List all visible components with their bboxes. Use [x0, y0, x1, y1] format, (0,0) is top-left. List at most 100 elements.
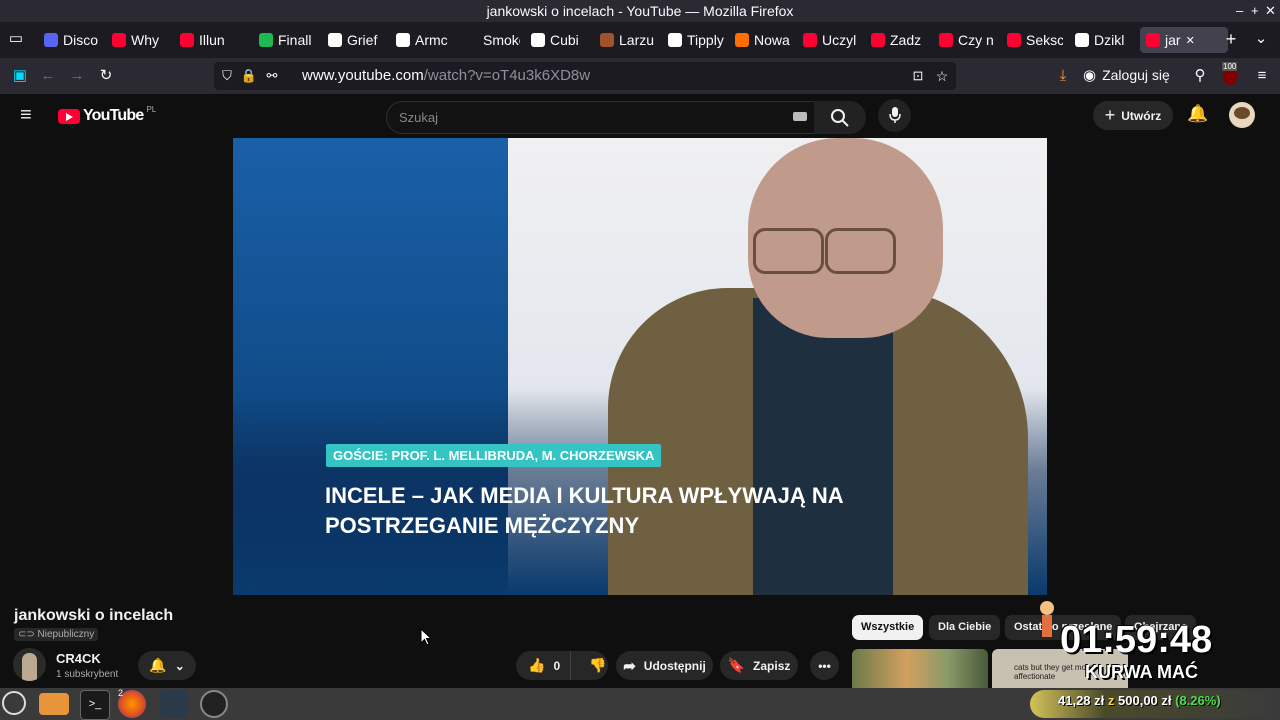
- avatar-face-icon: [1234, 107, 1250, 119]
- tab-favicon-icon: [871, 33, 885, 47]
- tab-16[interactable]: Dzikl: [1075, 27, 1131, 53]
- bookmark-star-icon[interactable]: ☆: [932, 66, 952, 86]
- taskbar: >_ 2 41,28 zł z 500,00 zł (8.26%): [0, 688, 1280, 720]
- close-tab-icon[interactable]: ✕: [1186, 34, 1195, 47]
- tab-4[interactable]: Finall: [259, 27, 315, 53]
- tab-14[interactable]: Czy n: [939, 27, 995, 53]
- tab-6[interactable]: Armc: [396, 27, 452, 53]
- chip-for-you[interactable]: Dla Ciebie: [929, 615, 1001, 640]
- shield-icon[interactable]: ⛉: [217, 66, 237, 86]
- avatar[interactable]: [1229, 102, 1255, 128]
- tab-favicon-icon: [1075, 33, 1089, 47]
- forward-icon[interactable]: →: [67, 66, 87, 86]
- tab-label: Uczyl: [822, 32, 857, 48]
- new-tab-icon[interactable]: +: [1221, 29, 1241, 49]
- tab-9[interactable]: Larzu: [600, 27, 656, 53]
- permissions-icon[interactable]: ⚯: [262, 66, 282, 86]
- tab-label: Tipply: [687, 32, 724, 48]
- tab-7[interactable]: Smoke I: [464, 27, 520, 53]
- channel-avatar-figure-icon: [22, 653, 37, 681]
- channel-name[interactable]: CR4CK: [56, 651, 101, 666]
- create-button[interactable]: + Utwórz: [1093, 101, 1173, 130]
- lock-icon[interactable]: 🔒: [239, 66, 259, 86]
- tab-favicon-icon: [735, 33, 749, 47]
- video-title: jankowski o incelach: [14, 607, 174, 624]
- url-text[interactable]: www.youtube.com/watch?v=oT4u3k6XD8w: [302, 62, 590, 90]
- reader-view-icon[interactable]: ⊡: [908, 66, 928, 86]
- more-actions-button[interactable]: •••: [810, 651, 839, 680]
- donation-percent: (8.26%): [1175, 693, 1221, 708]
- start-menu-icon[interactable]: [2, 691, 26, 715]
- reload-icon[interactable]: ↻: [96, 66, 116, 86]
- tab-label: Armc: [415, 32, 448, 48]
- tab-12[interactable]: Uczyl: [803, 27, 859, 53]
- guide-menu-icon[interactable]: ≡: [20, 105, 32, 125]
- tab-11[interactable]: Nowa: [735, 27, 791, 53]
- tab-label: Why: [131, 32, 159, 48]
- steam-icon[interactable]: [160, 690, 188, 718]
- ublock-badge: 100: [1222, 62, 1238, 71]
- share-button[interactable]: ➦ Udostępnij: [616, 651, 713, 680]
- tab-1[interactable]: Disco: [44, 27, 100, 53]
- tab-favicon-icon: [180, 33, 194, 47]
- like-button[interactable]: 👍 0: [516, 651, 572, 680]
- subscription-bell-button[interactable]: 🔔 ⌄: [138, 651, 196, 680]
- donation-goal: 500,00 zł: [1118, 693, 1172, 708]
- stream-timer: 01:59:48: [1060, 619, 1213, 661]
- account-button[interactable]: ◉ Zaloguj się: [1083, 66, 1170, 84]
- tab-label: Disco: [63, 32, 99, 48]
- maximize-icon[interactable]: +: [1251, 0, 1259, 22]
- channel-avatar[interactable]: [13, 648, 46, 681]
- sidebar-icon[interactable]: ▣: [10, 66, 30, 86]
- back-icon[interactable]: ←: [38, 66, 58, 86]
- video-headline: INCELE – JAK MEDIA I KULTURA WPŁYWAJĄ NA…: [325, 481, 844, 541]
- visibility-label: Niepubliczny: [37, 629, 95, 640]
- search-button[interactable]: [814, 101, 866, 134]
- dislike-button[interactable]: 👎: [579, 657, 608, 674]
- voice-search-button[interactable]: [878, 99, 911, 132]
- like-count: 0: [553, 658, 561, 673]
- search-input[interactable]: Szukaj: [386, 101, 816, 134]
- presenter-glasses-right: [825, 228, 896, 274]
- minimize-icon[interactable]: –: [1236, 0, 1243, 22]
- donation-current: 41,28 zł: [1058, 693, 1105, 708]
- notifications-bell-icon[interactable]: 🔔: [1187, 104, 1208, 124]
- tab-favicon-icon: [668, 33, 682, 47]
- tab-5[interactable]: Grief: [328, 27, 384, 53]
- tab-13[interactable]: Zadz: [871, 27, 927, 53]
- url-bar[interactable]: ⛉ 🔒 ⚯ www.youtube.com/watch?v=oT4u3k6XD8…: [214, 62, 956, 90]
- tab-label: Smoke I: [483, 32, 520, 48]
- chip-all[interactable]: Wszystkie: [852, 615, 924, 640]
- recommendation-thumbnail-1[interactable]: [852, 649, 988, 688]
- tab-2[interactable]: Why: [112, 27, 168, 53]
- tab-label: Dzikl: [1094, 32, 1125, 48]
- ublock-extension[interactable]: 100: [1220, 62, 1240, 86]
- tab-overview-icon[interactable]: ▭: [6, 29, 26, 49]
- tab-17[interactable]: jar ✕: [1140, 27, 1228, 53]
- obs-icon[interactable]: [200, 690, 228, 718]
- tab-8[interactable]: Cubi: [531, 27, 587, 53]
- tab-list-icon[interactable]: ⌄: [1251, 29, 1271, 49]
- tab-15[interactable]: Seksc: [1007, 27, 1063, 53]
- mouse-cursor-icon: [420, 628, 432, 646]
- save-button[interactable]: 🔖 Zapisz: [720, 651, 798, 680]
- youtube-play-icon: [58, 108, 80, 124]
- keyboard-icon[interactable]: [793, 112, 807, 121]
- downloads-icon[interactable]: ⤓: [1053, 66, 1073, 86]
- youtube-logo[interactable]: YouTube PL: [58, 105, 156, 125]
- tab-favicon-icon: [939, 33, 953, 47]
- extensions-icon[interactable]: ⚲: [1190, 66, 1210, 86]
- terminal-icon[interactable]: >_: [80, 690, 110, 720]
- file-manager-icon[interactable]: [39, 693, 69, 715]
- close-window-icon[interactable]: ✕: [1265, 0, 1276, 22]
- tab-10[interactable]: Tipply: [668, 27, 724, 53]
- create-label: Utwórz: [1121, 108, 1162, 123]
- firefox-window-count: 2: [118, 688, 124, 698]
- video-player[interactable]: GOŚCIE: PROF. L. MELLIBRUDA, M. CHORZEWS…: [233, 138, 1047, 595]
- ublock-shield-icon: [1223, 69, 1237, 85]
- app-menu-icon[interactable]: ≡: [1252, 66, 1272, 86]
- tab-3[interactable]: Illun: [180, 27, 244, 53]
- tab-favicon-icon: [44, 33, 58, 47]
- tab-label: Grief: [347, 32, 378, 48]
- login-label: Zaloguj się: [1102, 67, 1170, 83]
